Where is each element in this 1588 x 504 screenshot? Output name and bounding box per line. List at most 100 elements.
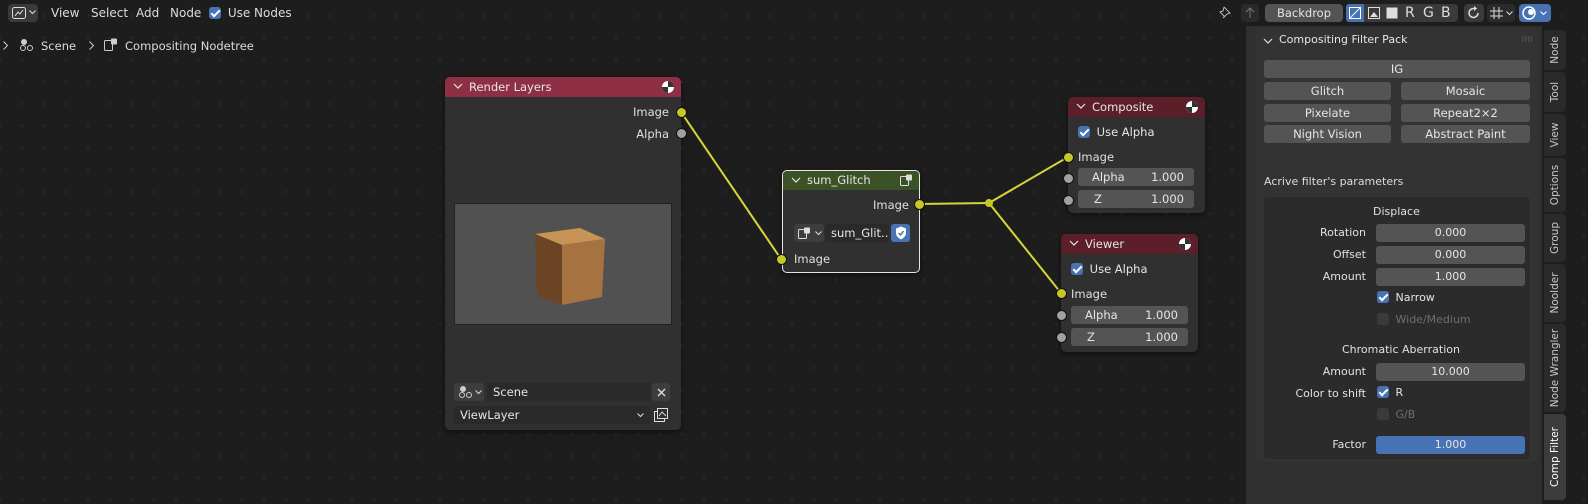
sum-glitch-node[interactable]: sum_Glitch Image sum_Glit... Image: [782, 170, 920, 273]
menu-node[interactable]: Node: [170, 4, 201, 22]
use-alpha-checkbox[interactable]: [1071, 263, 1083, 275]
shift-r-toggle[interactable]: R: [1377, 386, 1403, 399]
amount-field[interactable]: 1.000: [1376, 268, 1525, 286]
alpha-field[interactable]: Alpha 1.000: [1071, 306, 1188, 324]
output-alpha-label: Alpha: [636, 127, 669, 141]
drag-handle-icon[interactable]: [1522, 36, 1532, 42]
use-alpha-toggle[interactable]: Use Alpha: [1071, 262, 1148, 276]
wide-medium-toggle[interactable]: Wide/Medium: [1377, 313, 1471, 326]
shift-gb-checkbox[interactable]: [1377, 408, 1389, 420]
narrow-toggle[interactable]: Narrow: [1377, 291, 1435, 304]
composite-z-socket[interactable]: [1063, 195, 1074, 206]
sum-glitch-input-socket[interactable]: [776, 254, 787, 265]
parent-node-tree-button[interactable]: [1241, 4, 1259, 22]
backdrop-rgb-button[interactable]: [1346, 4, 1364, 22]
sum-glitch-header[interactable]: sum_Glitch: [783, 171, 919, 190]
filter-button-pixelate[interactable]: Pixelate: [1264, 104, 1391, 122]
filter-button-ig[interactable]: IG: [1264, 60, 1530, 78]
render-still-icon: [654, 408, 668, 422]
panel-title[interactable]: Compositing Filter Pack: [1279, 33, 1407, 46]
tab-comp-filter[interactable]: Comp Filter: [1544, 414, 1566, 500]
render-layers-node[interactable]: Render Layers Image Alpha Scene ViewLaye…: [445, 77, 681, 430]
factor-field[interactable]: 1.000: [1376, 436, 1525, 454]
node-group-selector[interactable]: [794, 224, 824, 242]
z-value: 1.000: [1151, 192, 1184, 206]
tab-node-wrangler[interactable]: Node Wrangler: [1544, 324, 1566, 412]
filter-button-repeat[interactable]: Repeat2×2: [1401, 104, 1530, 122]
tab-view[interactable]: View: [1544, 114, 1566, 156]
viewer-image-socket[interactable]: [1056, 288, 1067, 299]
amount-label: Amount: [1322, 270, 1366, 283]
overlays-button[interactable]: [1519, 4, 1551, 22]
channel-r[interactable]: R: [1405, 4, 1415, 22]
backdrop-rgba-button[interactable]: [1365, 4, 1383, 22]
tab-label: View: [1549, 122, 1561, 148]
composite-alpha-socket[interactable]: [1063, 173, 1074, 184]
menu-add[interactable]: Add: [136, 4, 159, 22]
tab-node[interactable]: Node: [1544, 30, 1566, 70]
chevron-down-icon[interactable]: [1263, 36, 1273, 46]
shift-gb-toggle[interactable]: G/B: [1377, 408, 1415, 421]
composite-image-socket[interactable]: [1063, 152, 1074, 163]
editor-type-button[interactable]: [8, 4, 38, 22]
viewer-header[interactable]: Viewer: [1061, 234, 1198, 254]
node-group-name[interactable]: sum_Glit...: [825, 224, 889, 242]
viewer-z-socket[interactable]: [1056, 332, 1067, 343]
scene-unlink-button[interactable]: [652, 383, 670, 401]
render-layers-alpha-socket[interactable]: [676, 128, 687, 139]
preview-toggle-icon[interactable]: [1185, 100, 1199, 114]
wide-medium-checkbox[interactable]: [1377, 313, 1389, 325]
tab-group[interactable]: Group: [1544, 214, 1566, 262]
chevron-down-icon[interactable]: [1076, 101, 1086, 111]
chromatic-amount-field[interactable]: 10.000: [1376, 363, 1525, 381]
view-layer-dropdown[interactable]: ViewLayer: [454, 406, 650, 424]
scene-icon: [20, 39, 33, 51]
rotation-field[interactable]: 0.000: [1376, 224, 1525, 242]
chevron-down-icon[interactable]: [791, 175, 801, 185]
backdrop-toggle[interactable]: Backdrop: [1265, 4, 1343, 22]
sum-glitch-output-socket[interactable]: [914, 199, 925, 210]
viewer-node[interactable]: Viewer Use Alpha Image Alpha 1.000 Z 1.0…: [1061, 234, 1198, 352]
menu-select[interactable]: Select: [91, 4, 128, 22]
render-layers-image-socket[interactable]: [676, 107, 687, 118]
pin-icon[interactable]: [1219, 6, 1233, 20]
scene-selector[interactable]: [454, 383, 484, 401]
filter-button-abstract-paint[interactable]: Abstract Paint: [1401, 125, 1530, 143]
fake-user-button[interactable]: [891, 224, 910, 242]
filter-button-glitch[interactable]: Glitch: [1264, 82, 1391, 100]
scene-name-field[interactable]: Scene: [487, 383, 651, 401]
use-alpha-toggle[interactable]: Use Alpha: [1078, 125, 1155, 139]
backdrop-alpha-button[interactable]: [1383, 4, 1401, 22]
chevron-down-icon[interactable]: [1069, 238, 1079, 248]
snapping-button[interactable]: [1487, 4, 1515, 22]
use-nodes-checkbox[interactable]: [209, 7, 221, 19]
channel-b[interactable]: B: [1441, 4, 1451, 22]
menu-view[interactable]: View: [51, 4, 79, 22]
composite-header[interactable]: Composite: [1068, 97, 1205, 117]
alpha-field[interactable]: Alpha 1.000: [1078, 168, 1194, 186]
narrow-label: Narrow: [1395, 291, 1435, 304]
gizmo-toggle[interactable]: [1464, 4, 1484, 22]
offset-field[interactable]: 0.000: [1376, 246, 1525, 264]
narrow-checkbox[interactable]: [1377, 291, 1389, 303]
tab-tool[interactable]: Tool: [1544, 72, 1566, 112]
use-alpha-checkbox[interactable]: [1078, 126, 1090, 138]
z-field[interactable]: Z 1.000: [1071, 328, 1188, 346]
tab-options[interactable]: Options: [1544, 158, 1566, 212]
chevron-down-icon[interactable]: [453, 81, 463, 91]
image-zdepth-icon: [1386, 7, 1398, 19]
viewer-alpha-socket[interactable]: [1056, 310, 1067, 321]
preview-toggle-icon[interactable]: [1178, 237, 1192, 251]
tab-noolder[interactable]: Noolder: [1544, 264, 1566, 322]
render-button[interactable]: [652, 406, 670, 424]
shift-r-checkbox[interactable]: [1377, 386, 1389, 398]
filter-button-mosaic[interactable]: Mosaic: [1401, 82, 1530, 100]
use-nodes-toggle[interactable]: Use Nodes: [209, 4, 292, 22]
render-layers-header[interactable]: Render Layers: [445, 77, 681, 97]
composite-node[interactable]: Composite Use Alpha Image Alpha 1.000 Z …: [1068, 97, 1205, 213]
z-field[interactable]: Z 1.000: [1078, 190, 1194, 208]
channel-g[interactable]: G: [1423, 4, 1434, 22]
node-group-icon[interactable]: [900, 174, 913, 186]
preview-toggle-icon[interactable]: [661, 80, 675, 94]
filter-button-night-vision[interactable]: Night Vision: [1264, 125, 1391, 143]
